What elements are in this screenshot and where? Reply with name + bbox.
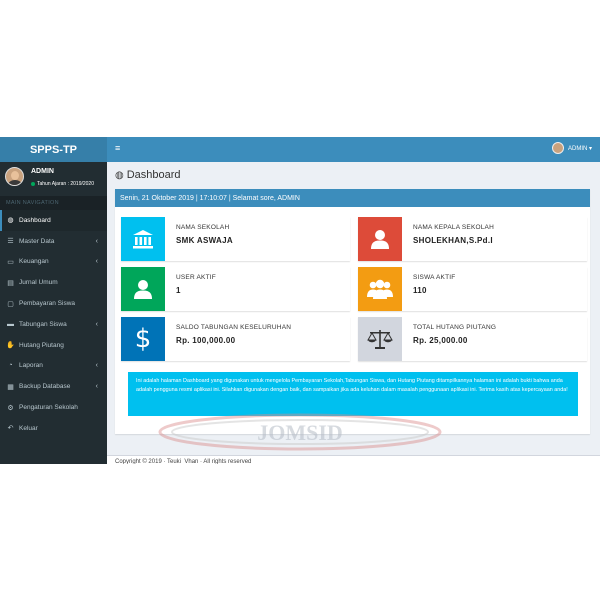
info-label: NAMA SEKOLAH <box>176 224 230 231</box>
sidebar-item-dashboard[interactable]: ◍ Dashboard <box>0 210 107 231</box>
book-icon: ▤ <box>7 279 14 287</box>
user-status: Tahun Ajaran : 2019/2020 <box>31 181 94 187</box>
info-label: USER AKTIF <box>176 274 216 281</box>
user-panel: ADMIN Tahun Ajaran : 2019/2020 <box>0 162 107 196</box>
footer: Copyright © 2019 · Teuki_Vhan · All righ… <box>107 455 600 464</box>
pie-chart-icon: ◔ <box>8 362 13 370</box>
bank-icon <box>121 217 165 261</box>
info-value: 1 <box>176 286 181 295</box>
info-box-user-aktif: USER AKTIF 1 <box>121 267 350 311</box>
gears-icon: ⚙ <box>7 404 14 412</box>
page-title: ◍ Dashboard <box>115 169 181 181</box>
info-label: NAMA KEPALA SEKOLAH <box>413 224 494 231</box>
info-value: Rp. 25,000.00 <box>413 336 468 345</box>
dashboard-icon: ◍ <box>7 217 14 225</box>
info-label: SISWA AKTIF <box>413 274 456 281</box>
info-box-nama-sekolah: NAMA SEKOLAH SMK ASWAJA <box>121 217 350 261</box>
dollar-icon: $ <box>121 317 165 361</box>
info-value: Rp. 100,000.00 <box>176 336 236 345</box>
sidebar-item-label: Laporan <box>19 362 43 370</box>
nav-header: MAIN NAVIGATION <box>0 196 107 210</box>
sidebar-item-label: Keluar <box>19 424 38 432</box>
screenshot: SPPS-TP ≡ ADMIN ▾ ADMIN Tahun Ajaran : 2… <box>0 137 600 464</box>
sidebar-item-laporan[interactable]: ◔ Laporan ‹ <box>0 356 107 377</box>
user-icon <box>121 267 165 311</box>
info-label: TOTAL HUTANG PIUTANG <box>413 324 497 331</box>
sidebar-item-label: Master Data <box>19 237 55 245</box>
sidebar-item-keluar[interactable]: ↶ Keluar <box>0 418 107 439</box>
info-value: SMK ASWAJA <box>176 236 233 245</box>
user-menu[interactable]: ADMIN ▾ <box>551 142 592 154</box>
page-title-text: Dashboard <box>126 169 181 181</box>
main-content: ◍ Dashboard Senin, 21 Oktober 2019 | 17:… <box>107 162 600 464</box>
sidebar-item-label: Keuangan <box>19 258 49 266</box>
chevron-left-icon: ‹ <box>95 320 98 328</box>
sidebar-item-pengaturan-sekolah[interactable]: ⚙ Pengaturan Sekolah <box>0 397 107 418</box>
menu-toggle-icon[interactable]: ≡ <box>115 143 120 153</box>
sidebar-item-label: Jurnal Umum <box>19 279 58 287</box>
info-box-siswa-aktif: SISWA AKTIF 110 <box>358 267 587 311</box>
info-value: 110 <box>413 286 427 295</box>
info-label: SALDO TABUNGAN KESELURUHAN <box>176 324 292 331</box>
online-dot-icon <box>31 181 35 186</box>
database-icon: ▦ <box>7 383 14 391</box>
wallet-icon: ▬ <box>7 320 14 328</box>
handshake-icon: ✋ <box>6 342 15 350</box>
logo-text: SPPS-TP <box>29 143 78 156</box>
sidebar-item-label: Pengaturan Sekolah <box>19 404 78 412</box>
navbar-avatar <box>551 142 564 154</box>
list-icon: ☰ <box>7 238 14 246</box>
user-name: ADMIN <box>31 168 54 175</box>
avatar <box>5 167 24 186</box>
sidebar-item-label: Tabungan Siswa <box>19 320 67 328</box>
navbar-user-name: ADMIN ▾ <box>567 145 592 152</box>
dashboard-icon: ◍ <box>115 169 124 181</box>
info-box-saldo-tabungan: $ SALDO TABUNGAN KESELURUHAN Rp. 100,000… <box>121 317 350 361</box>
info-box-kepala-sekolah: NAMA KEPALA SEKOLAH SHOLEKHAN,S.Pd.I <box>358 217 587 261</box>
chevron-left-icon: ‹ <box>95 362 98 370</box>
info-value: SHOLEKHAN,S.Pd.I <box>413 236 493 245</box>
file-icon: ▢ <box>7 300 14 308</box>
sidebar-item-label: Dashboard <box>19 216 51 224</box>
user-status-text: Tahun Ajaran : 2019/2020 <box>37 181 94 187</box>
chevron-left-icon: ‹ <box>95 383 98 391</box>
sidebar-item-hutang-piutang[interactable]: ✋ Hutang Piutang <box>0 335 107 356</box>
chevron-left-icon: ‹ <box>95 258 98 266</box>
credit-card-icon: ▭ <box>7 258 14 266</box>
sidebar-item-jurnal-umum[interactable]: ▤ Jurnal Umum <box>0 272 107 293</box>
users-icon <box>358 267 402 311</box>
balance-scale-icon <box>358 317 402 361</box>
sidebar: ADMIN Tahun Ajaran : 2019/2020 MAIN NAVI… <box>0 162 107 464</box>
sidebar-item-master-data[interactable]: ☰ Master Data ‹ <box>0 231 107 252</box>
greeting-bar: Senin, 21 Oktober 2019 | 17:10:07 | Sela… <box>115 190 590 207</box>
sidebar-item-label: Hutang Piutang <box>19 341 64 349</box>
app-logo[interactable]: SPPS-TP <box>0 137 107 162</box>
sidebar-item-pembayaran-siswa[interactable]: ▢ Pembayaran Siswa <box>0 293 107 314</box>
sidebar-item-label: Backup Database <box>19 383 71 391</box>
info-box-hutang-piutang: TOTAL HUTANG PIUTANG Rp. 25,000.00 <box>358 317 587 361</box>
user-icon <box>358 217 402 261</box>
sidebar-item-tabungan-siswa[interactable]: ▬ Tabungan Siswa ‹ <box>0 314 107 335</box>
chevron-left-icon: ‹ <box>95 237 98 245</box>
sidebar-item-label: Pembayaran Siswa <box>19 300 75 308</box>
info-callout: Ini adalah halaman Dashboard yang diguna… <box>128 372 578 416</box>
sidebar-item-backup-database[interactable]: ▦ Backup Database ‹ <box>0 376 107 397</box>
reply-icon: ↶ <box>7 425 14 433</box>
sidebar-item-keuangan[interactable]: ▭ Keuangan ‹ <box>0 252 107 273</box>
top-navbar: ≡ ADMIN ▾ <box>107 137 600 162</box>
